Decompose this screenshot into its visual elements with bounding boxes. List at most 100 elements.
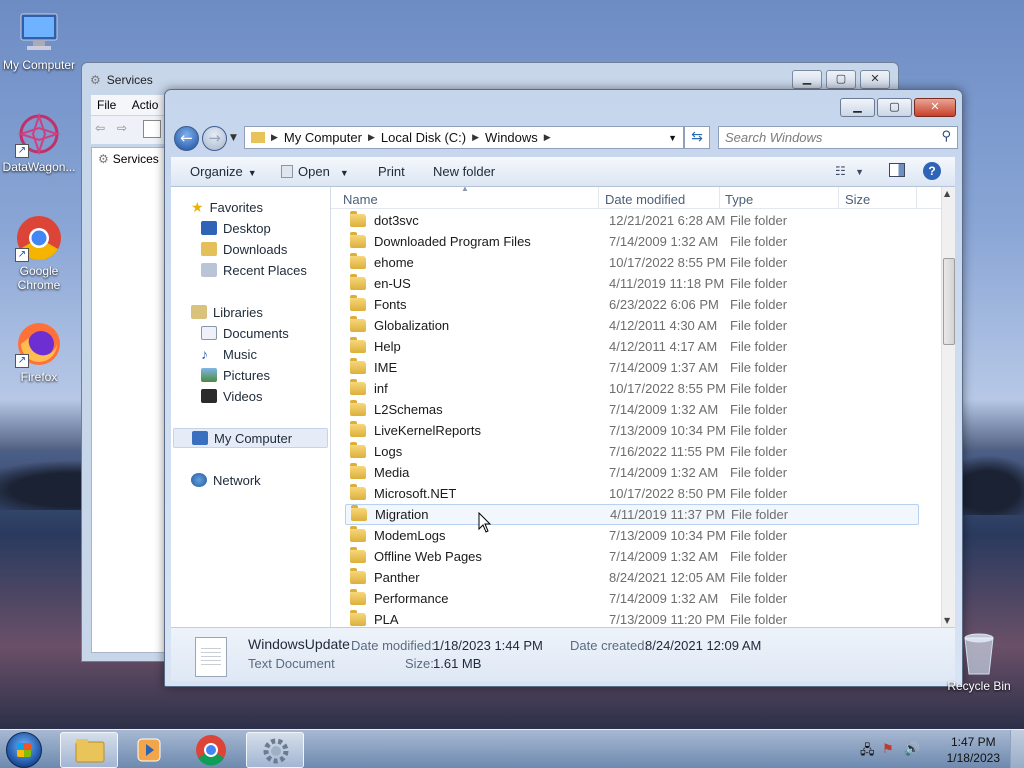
table-row[interactable]: dot3svc 12/21/2021 6:28 AM File folder: [345, 210, 919, 231]
taskbar-services[interactable]: [246, 732, 304, 768]
chevron-right-icon[interactable]: ▶: [544, 132, 551, 143]
breadcrumb-windows[interactable]: Windows: [479, 130, 544, 145]
scroll-down-icon[interactable]: ▼: [944, 616, 950, 625]
nav-recent-places[interactable]: Recent Places: [201, 260, 307, 280]
back-button[interactable]: ←: [174, 126, 199, 151]
nav-libraries[interactable]: Libraries: [191, 302, 263, 322]
column-header-type[interactable]: Type: [725, 192, 753, 207]
table-row[interactable]: ModemLogs 7/13/2009 10:34 PM File folder: [345, 525, 919, 546]
table-row[interactable]: LiveKernelReports 7/13/2009 10:34 PM File …: [345, 420, 919, 441]
breadcrumb-my-computer[interactable]: My Computer: [278, 130, 368, 145]
column-divider[interactable]: [598, 187, 599, 209]
table-row[interactable]: Microsoft.NET 10/17/2022 8:50 PM File fold…: [345, 483, 919, 504]
desktop-icon-datawagon[interactable]: ↗ DataWagon...: [0, 110, 78, 174]
console-tree-icon[interactable]: [143, 120, 161, 138]
search-icon[interactable]: ⚲: [941, 129, 951, 144]
table-row[interactable]: Media 7/14/2009 1:32 AM File folder: [345, 462, 919, 483]
details-pane: WindowsUpdate Text Document Date modifie…: [171, 627, 955, 681]
close-button[interactable]: ✕: [914, 98, 956, 117]
table-row[interactable]: L2Schemas 7/14/2009 1:32 AM File folder: [345, 399, 919, 420]
recent-pages-dropdown[interactable]: ▼: [230, 133, 237, 143]
nav-desktop[interactable]: Desktop: [201, 218, 271, 238]
nav-downloads[interactable]: Downloads: [201, 239, 287, 259]
nav-favorites[interactable]: ★ Favorites: [191, 197, 263, 217]
volume-icon[interactable]: 🔊: [904, 741, 920, 757]
nav-label: Documents: [223, 325, 289, 341]
breadcrumb-local-disk[interactable]: Local Disk (C:): [375, 130, 472, 145]
address-dropdown-icon[interactable]: ▼: [668, 133, 677, 143]
forward-arrow-icon[interactable]: ⇨: [117, 121, 127, 135]
table-row[interactable]: Fonts 6/23/2022 6:06 PM File folder: [345, 294, 919, 315]
help-icon[interactable]: ?: [923, 162, 941, 180]
scroll-up-icon[interactable]: ▲: [944, 189, 950, 198]
table-row[interactable]: PLA 7/13/2009 11:20 PM File folder: [345, 609, 919, 627]
minimize-button[interactable]: ▁: [840, 98, 875, 117]
start-button[interactable]: [6, 732, 42, 768]
table-row[interactable]: Performance 7/14/2009 1:32 AM File folder: [345, 588, 919, 609]
menu-file[interactable]: File: [91, 95, 122, 115]
search-input[interactable]: [719, 127, 929, 148]
file-date: 10/17/2022 8:55 PM: [609, 381, 727, 396]
chevron-right-icon[interactable]: ▶: [472, 132, 479, 143]
nav-network[interactable]: Network: [191, 470, 261, 490]
close-button[interactable]: ✕: [860, 70, 890, 89]
table-row[interactable]: Offline Web Pages 7/14/2009 1:32 AM File f…: [345, 546, 919, 567]
table-row[interactable]: Globalization 4/12/2011 4:30 AM File folde…: [345, 315, 919, 336]
table-row[interactable]: en-US 4/11/2019 11:18 PM File folder: [345, 273, 919, 294]
chevron-right-icon[interactable]: ▶: [368, 132, 375, 143]
maximize-button[interactable]: ▢: [826, 70, 856, 89]
table-row[interactable]: Logs 7/16/2022 11:55 PM File folder: [345, 441, 919, 462]
scrollbar-thumb[interactable]: [943, 258, 955, 345]
table-row[interactable]: ehome 10/17/2022 8:55 PM File folder: [345, 252, 919, 273]
chevron-right-icon[interactable]: ▶: [271, 132, 278, 143]
taskbar-media-player[interactable]: [120, 732, 178, 768]
print-button[interactable]: Print: [378, 164, 405, 179]
new-folder-button[interactable]: New folder: [433, 164, 495, 179]
nav-videos[interactable]: Videos: [201, 386, 263, 406]
desktop-icon-my-computer[interactable]: My Computer: [0, 8, 78, 72]
taskbar-explorer[interactable]: [60, 732, 118, 768]
back-arrow-icon[interactable]: ⇦: [95, 121, 105, 135]
table-row[interactable]: inf 10/17/2022 8:55 PM File folder: [345, 378, 919, 399]
table-row[interactable]: Downloaded Program Files 7/14/2009 1:32 A…: [345, 231, 919, 252]
column-header-size[interactable]: Size: [845, 192, 870, 207]
network-status-icon[interactable]: 🖧: [860, 741, 875, 763]
desktop-icon-recycle-bin[interactable]: Recycle Bin: [944, 632, 1014, 693]
show-desktop-button[interactable]: [1010, 730, 1024, 768]
table-row[interactable]: IME 7/14/2009 1:37 AM File folder: [345, 357, 919, 378]
tree-item-services[interactable]: ⚙ Services: [92, 148, 170, 170]
file-type: File folder: [730, 234, 788, 249]
shortcut-arrow-icon: ↗: [15, 354, 29, 368]
organize-button[interactable]: Organize ▼: [190, 164, 257, 179]
table-row[interactable]: Help 4/12/2011 4:17 AM File folder: [345, 336, 919, 357]
minimize-button[interactable]: ▁: [792, 70, 822, 89]
column-header-name[interactable]: Name: [343, 192, 378, 207]
desktop-icon-firefox[interactable]: ↗ Firefox: [0, 320, 78, 384]
maximize-button[interactable]: ▢: [877, 98, 912, 117]
action-center-icon[interactable]: ⚑: [882, 741, 894, 757]
desktop-icon-chrome[interactable]: ↗ Google Chrome: [0, 214, 78, 292]
nav-documents[interactable]: Documents: [201, 323, 289, 343]
column-divider[interactable]: [719, 187, 720, 209]
taskbar-chrome[interactable]: [182, 732, 240, 768]
file-date: 7/14/2009 1:32 AM: [609, 465, 719, 480]
column-header-date[interactable]: Date modified: [605, 192, 685, 207]
view-options-icon[interactable]: ☷ ▼: [835, 164, 864, 178]
vertical-scrollbar[interactable]: ▲ ▼: [941, 187, 955, 627]
nav-my-computer[interactable]: My Computer: [173, 428, 328, 448]
file-name: Offline Web Pages: [374, 549, 482, 564]
column-divider[interactable]: [916, 187, 917, 209]
breadcrumb[interactable]: ▶ My Computer ▶ Local Disk (C:) ▶ Window…: [244, 126, 684, 149]
nav-pictures[interactable]: Pictures: [201, 365, 270, 385]
refresh-button[interactable]: ⇆: [684, 126, 710, 149]
preview-pane-icon[interactable]: [889, 163, 905, 177]
clock[interactable]: 1:47 PM 1/18/2023: [947, 734, 1000, 766]
forward-button[interactable]: →: [202, 126, 227, 151]
column-divider[interactable]: [838, 187, 839, 209]
open-button[interactable]: Open ▼: [281, 164, 349, 179]
details-modified-label: Date modified:: [351, 638, 435, 653]
nav-music[interactable]: ♪ Music: [201, 344, 257, 364]
table-row[interactable]: Migration 4/11/2019 11:37 PM File folder: [345, 504, 919, 525]
menu-action[interactable]: Actio: [126, 95, 165, 115]
table-row[interactable]: Panther 8/24/2021 12:05 AM File folder: [345, 567, 919, 588]
